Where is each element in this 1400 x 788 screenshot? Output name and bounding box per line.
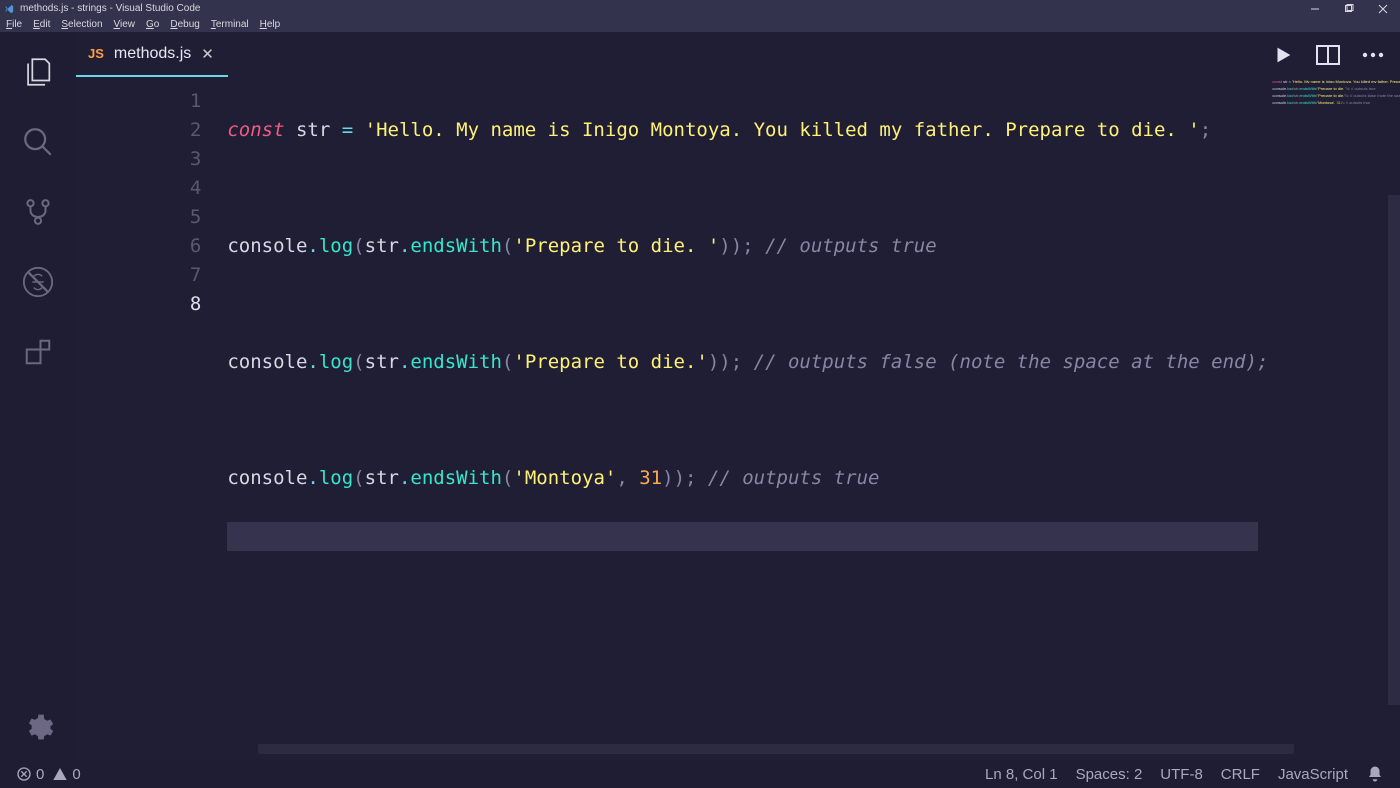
status-indentation[interactable]: Spaces: 2: [1076, 766, 1143, 783]
menu-go[interactable]: Go: [146, 19, 159, 30]
tab-bar: JS methods.js ✕: [76, 32, 1400, 77]
js-file-icon: JS: [88, 46, 104, 61]
status-warnings[interactable]: 0: [52, 766, 80, 783]
line-number: 6: [76, 232, 201, 261]
more-actions-icon[interactable]: [1362, 52, 1384, 58]
line-number: 8: [76, 290, 201, 319]
minimize-button[interactable]: [1298, 0, 1332, 17]
menu-help[interactable]: Help: [260, 19, 281, 30]
notifications-bell-icon[interactable]: [1366, 765, 1384, 783]
tab-methods-js[interactable]: JS methods.js ✕: [76, 32, 228, 77]
window-title: methods.js - strings - Visual Studio Cod…: [20, 3, 200, 14]
line-number: 2: [76, 116, 201, 145]
menu-edit[interactable]: Edit: [33, 19, 50, 30]
line-number: 4: [76, 174, 201, 203]
status-errors[interactable]: 0: [16, 766, 44, 783]
menu-terminal[interactable]: Terminal: [211, 19, 249, 30]
menu-debug[interactable]: Debug: [170, 19, 199, 30]
close-button[interactable]: [1366, 0, 1400, 17]
split-editor-icon[interactable]: [1316, 45, 1340, 65]
status-cursor-position[interactable]: Ln 8, Col 1: [985, 766, 1058, 783]
status-language[interactable]: JavaScript: [1278, 766, 1348, 783]
horizontal-scrollbar[interactable]: [258, 744, 1294, 754]
menu-selection[interactable]: Selection: [61, 19, 102, 30]
line-number: 1: [76, 87, 201, 116]
source-control-icon[interactable]: [20, 194, 56, 230]
menu-bar: File Edit Selection View Go Debug Termin…: [0, 17, 1400, 32]
vertical-scrollbar[interactable]: [1388, 195, 1400, 705]
line-number: 7: [76, 261, 201, 290]
menu-view[interactable]: View: [114, 19, 136, 30]
search-icon[interactable]: [20, 124, 56, 160]
minimap[interactable]: const str = 'Hello. My name is Inigo Mon…: [1268, 77, 1400, 760]
run-icon[interactable]: [1272, 44, 1294, 66]
extensions-icon[interactable]: [20, 334, 56, 370]
tab-filename: methods.js: [114, 45, 191, 63]
status-bar: 0 0 Ln 8, Col 1 Spaces: 2 UTF-8 CRLF Jav…: [0, 760, 1400, 788]
debug-icon[interactable]: [20, 264, 56, 300]
code-editor[interactable]: const str = 'Hello. My name is Inigo Mon…: [227, 77, 1268, 760]
status-encoding[interactable]: UTF-8: [1160, 766, 1203, 783]
maximize-button[interactable]: [1332, 0, 1366, 17]
title-bar: methods.js - strings - Visual Studio Cod…: [0, 0, 1400, 17]
explorer-icon[interactable]: [20, 54, 56, 90]
activity-bar: [0, 32, 76, 760]
line-number: 5: [76, 203, 201, 232]
settings-gear-icon[interactable]: [20, 710, 56, 746]
menu-file[interactable]: File: [6, 19, 22, 30]
status-eol[interactable]: CRLF: [1221, 766, 1260, 783]
vscode-logo-icon: [4, 4, 14, 14]
line-number-gutter: 1 2 3 4 5 6 7 8: [76, 77, 227, 760]
tab-close-icon[interactable]: ✕: [201, 45, 214, 63]
line-number: 3: [76, 145, 201, 174]
